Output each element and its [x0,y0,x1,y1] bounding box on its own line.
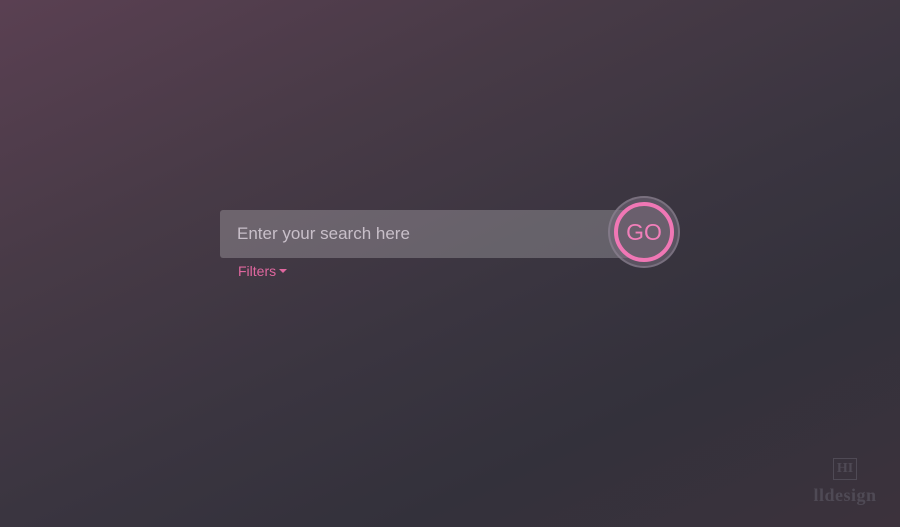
go-button[interactable]: GO [614,202,674,262]
filters-dropdown[interactable]: Filters [238,263,288,279]
watermark-text: lldesign [813,485,877,505]
filters-label: Filters [238,263,277,279]
search-bar: GO [220,196,680,268]
search-input[interactable] [220,210,650,258]
go-button-ring: GO [608,196,680,268]
watermark-logo: HI lldesign [803,458,887,506]
watermark-monogram: HI [833,458,857,480]
caret-down-icon [279,269,288,273]
